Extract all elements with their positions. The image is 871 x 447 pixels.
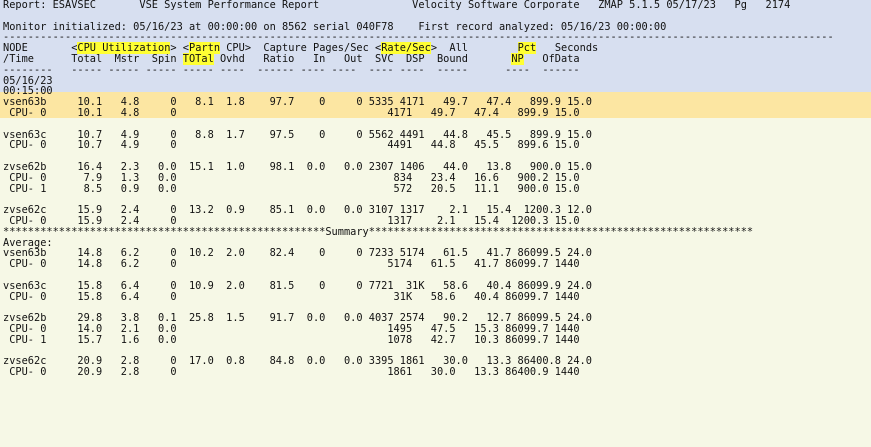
- report-line: CPU- 0 10.7 4.9 0 4491 44.8 45.5 899.6 1…: [3, 139, 580, 152]
- report-line: ****************************************…: [3, 225, 754, 238]
- report-line: CPU- 0 7.9 1.3 0.0 834 23.4 16.6 900.2 1…: [3, 171, 580, 184]
- report-line: CPU- 0 14.8 6.2 0 5174 61.5 41.7 86099.7…: [3, 258, 580, 271]
- report-listing: Report: ESAVSEC VSE System Performance R…: [3, 0, 834, 378]
- report-line: CPU- 0 20.9 2.8 0 1861 30.0 13.3 86400.9…: [3, 366, 580, 379]
- report-line: [3, 11, 834, 22]
- report-line: CPU- 1 15.7 1.6 0.0 1078 42.7 10.3 86099…: [3, 333, 580, 346]
- report-line: CPU- 0 15.8 6.4 0 31K 58.6 40.4 86099.7 …: [3, 290, 580, 303]
- report-line: CPU- 0 10.1 4.8 0 4171 49.7 47.4 899.9 1…: [3, 106, 580, 119]
- report-line: CPU- 1 8.5 0.9 0.0 572 20.5 11.1 900.0 1…: [3, 182, 580, 195]
- report-line: 05/16/23: [3, 74, 53, 87]
- report-line: vsen63c 15.8 6.4 0 10.9 2.0 81.5 0 0 772…: [3, 279, 592, 292]
- report-line: -------- ----- ----- ----- ----- ---- --…: [3, 63, 580, 76]
- report-line: Report: ESAVSEC VSE System Performance R…: [3, 0, 791, 11]
- report-line: [3, 119, 834, 130]
